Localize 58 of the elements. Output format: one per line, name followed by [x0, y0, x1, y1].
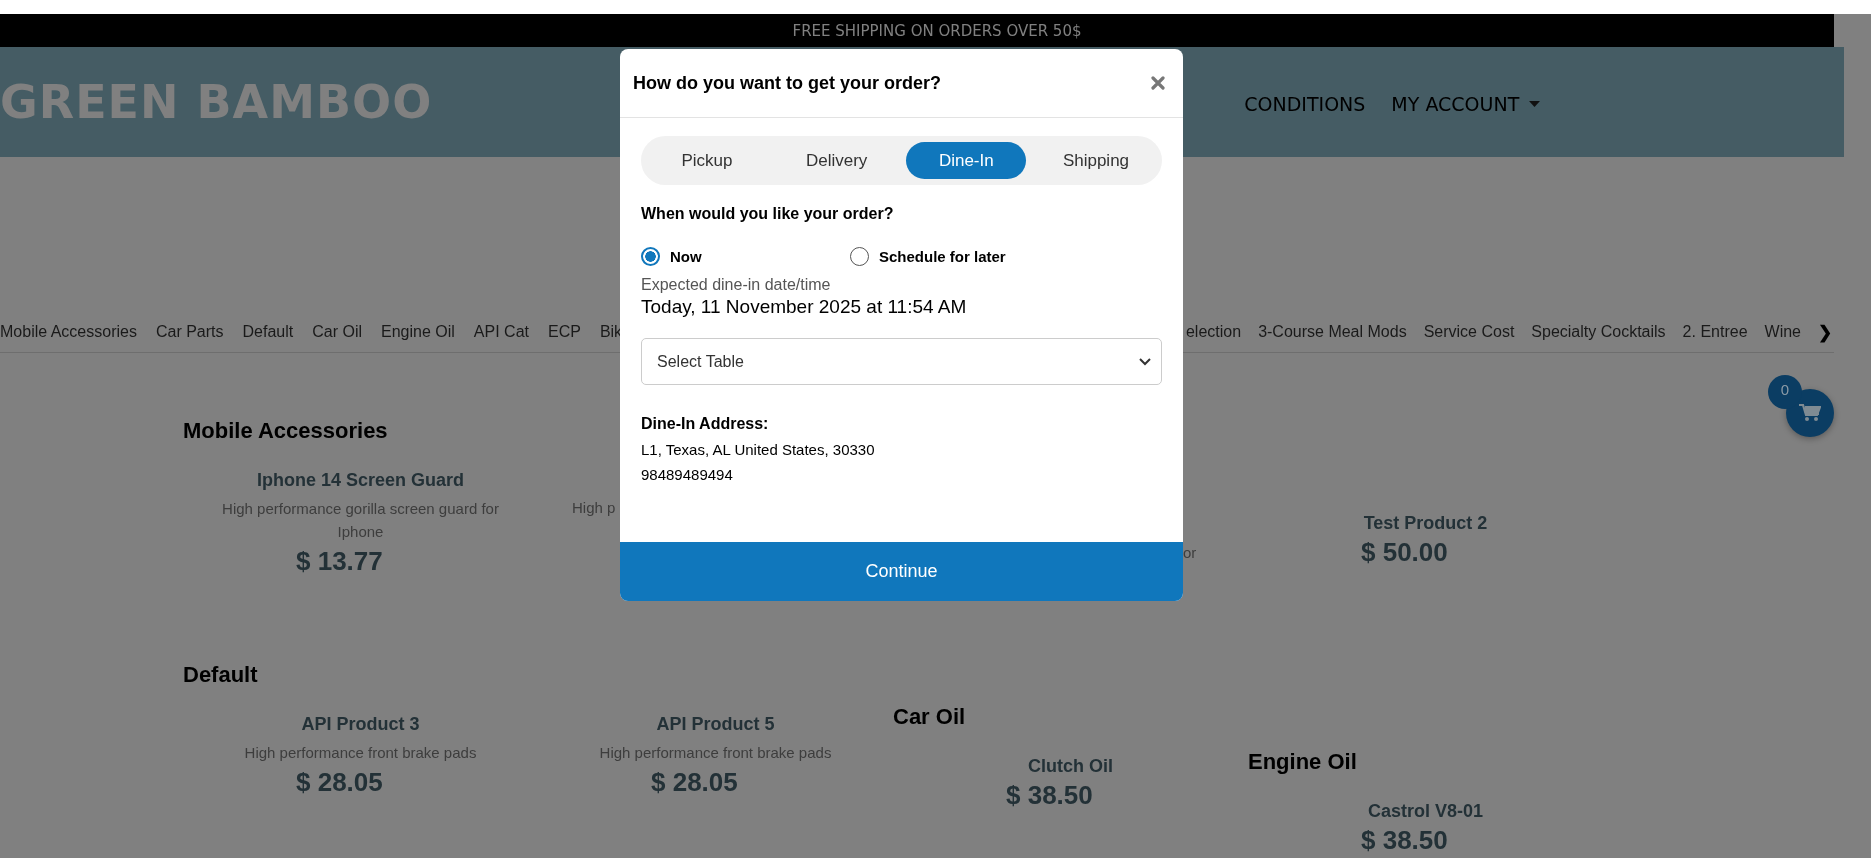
category-link[interactable]: Service Cost: [1423, 323, 1515, 341]
product-price: $ 13.77: [296, 545, 383, 577]
product-title[interactable]: Test Product 2: [1363, 512, 1488, 534]
product-title[interactable]: API Product 5: [656, 713, 775, 735]
category-link[interactable]: ECP: [548, 323, 581, 341]
category-link[interactable]: Mobile Accessories: [0, 323, 137, 341]
radio-button[interactable]: [641, 247, 660, 266]
section-heading: Mobile Accessories: [183, 417, 388, 445]
category-link[interactable]: Specialty Cocktails: [1531, 323, 1666, 341]
scroll-next-button[interactable]: ❯: [1818, 321, 1834, 343]
announcement-text: FREE SHIPPING ON ORDERS OVER 50$: [791, 21, 1082, 40]
product-price: $ 28.05: [296, 766, 383, 798]
product-price: $ 38.50: [1006, 779, 1093, 811]
category-link[interactable]: Car Parts: [155, 323, 224, 341]
category-link[interactable]: Engine Oil: [381, 323, 455, 341]
product-description: High performance front brake pads: [243, 743, 478, 763]
product-description: or: [1183, 543, 1197, 563]
table-select[interactable]: Select Table: [641, 338, 1162, 385]
category-link[interactable]: election: [1185, 323, 1242, 341]
tab[interactable]: Delivery: [776, 142, 897, 179]
section-heading: Car Oil: [893, 703, 966, 731]
product-price: $ 38.50: [1361, 824, 1448, 856]
product-description: High performance front brake pads: [598, 743, 833, 763]
category-link[interactable]: 3-Course Meal Mods: [1258, 323, 1407, 341]
address-text: L1, Texas, AL United States, 30330: [641, 441, 876, 458]
category-link[interactable]: 2. Entree: [1682, 323, 1748, 341]
section-heading: Engine Oil: [1248, 748, 1357, 776]
product-title[interactable]: Iphone 14 Screen Guard: [256, 469, 465, 491]
category-link[interactable]: Default: [242, 323, 294, 341]
nav-link[interactable]: MY ACCOUNT: [1391, 93, 1541, 115]
cart-count-badge: 0: [1768, 375, 1802, 409]
product-title[interactable]: Clutch Oil: [1028, 755, 1113, 777]
radio-label[interactable]: Schedule for later: [879, 248, 1006, 265]
tab[interactable]: Dine-In: [906, 142, 1027, 179]
chevron-down-icon: [1139, 357, 1151, 366]
nav-link[interactable]: CONDITIONS: [1244, 93, 1366, 115]
category-link[interactable]: API Cat: [473, 323, 529, 341]
radio-label[interactable]: Now: [670, 248, 702, 265]
tab[interactable]: Shipping: [1035, 142, 1156, 179]
category-link[interactable]: Car Oil: [312, 323, 362, 341]
date-time-text: Today, 11 November 2025 at 11:54 AM: [641, 296, 968, 318]
section-heading: Default: [183, 661, 258, 689]
field-label: Expected dine-in date/time: [641, 276, 832, 294]
product-title[interactable]: Castrol V8-01: [1367, 800, 1484, 822]
continue-button[interactable]: Continue: [620, 542, 1183, 601]
product-title[interactable]: API Product 3: [301, 713, 420, 735]
phone-number: 98489489494: [641, 466, 734, 483]
product-description: High performance gorilla screen guard for Iphone: [221, 499, 500, 542]
product-price: $ 28.05: [651, 766, 738, 798]
cart-icon: [1799, 404, 1821, 422]
product-price: $ 50.00: [1361, 536, 1448, 568]
close-icon: [1151, 76, 1165, 90]
question-text: When would you like your order?: [641, 205, 895, 223]
category-link[interactable]: Wine: [1764, 323, 1801, 341]
dialog-title: How do you want to get your order?: [633, 72, 941, 94]
address-heading: Dine-In Address:: [641, 415, 770, 433]
product-description: High p: [572, 498, 616, 518]
tab[interactable]: Pickup: [647, 142, 767, 179]
